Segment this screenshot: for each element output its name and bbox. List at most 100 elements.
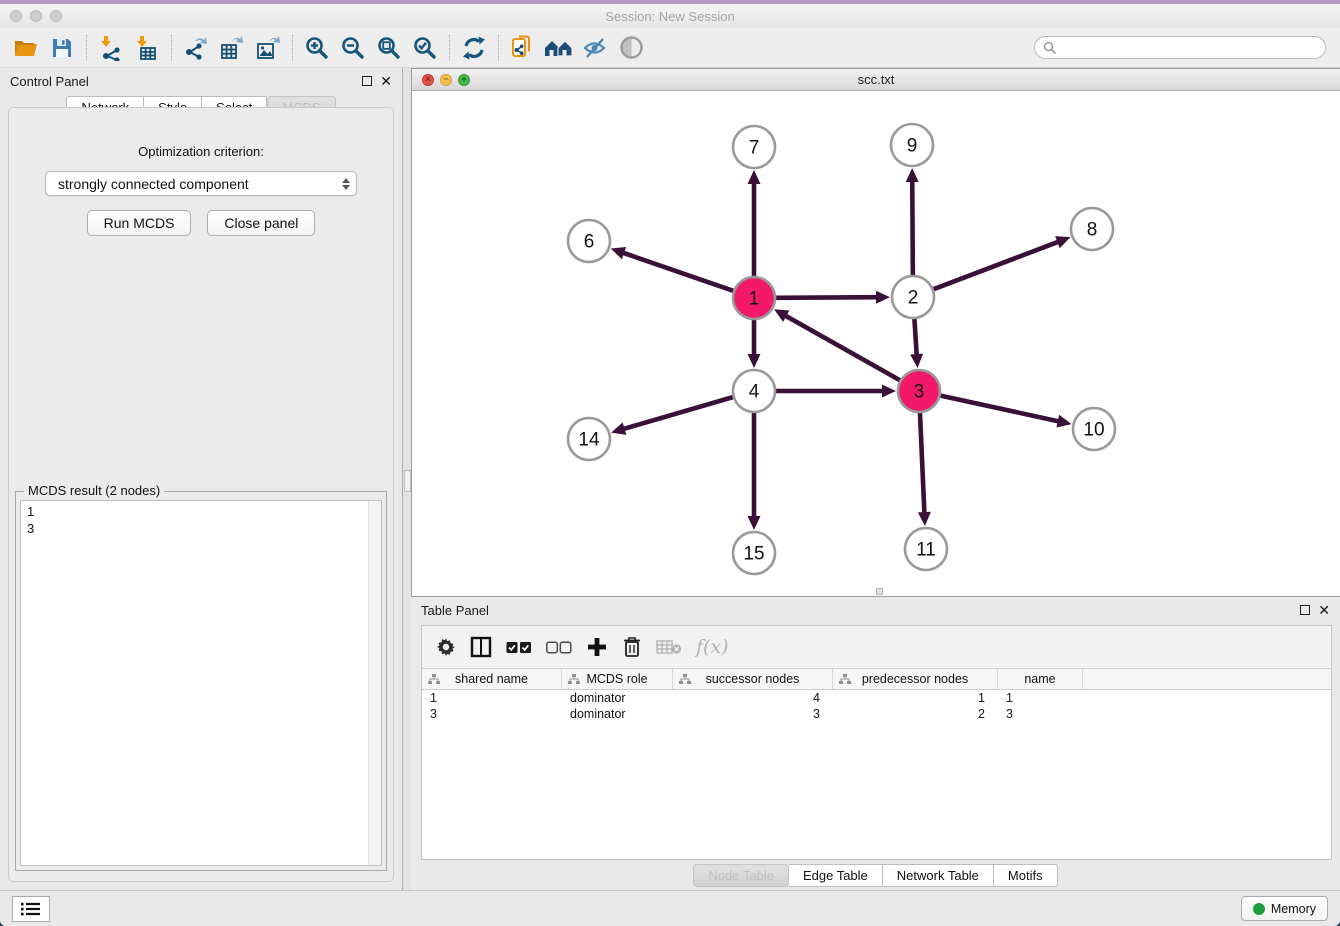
column-header-name[interactable]: name [998, 669, 1083, 689]
result-scrollbar[interactable] [368, 501, 381, 865]
select-all-checks-icon[interactable] [506, 641, 532, 654]
import-network-icon[interactable] [93, 31, 129, 65]
graph-node-label: 7 [749, 138, 760, 159]
table-tab-network-table[interactable]: Network Table [883, 864, 994, 887]
graph-node-label: 9 [907, 136, 918, 157]
toolbar-separator [449, 35, 450, 61]
table-toolbar: f(x) [422, 626, 1331, 668]
close-panel-icon[interactable]: ✕ [380, 76, 392, 86]
search-input[interactable] [1062, 41, 1317, 55]
table-tab-node-table[interactable]: Node Table [693, 864, 789, 887]
table-header-row: shared nameMCDS role successor nodes prede… [422, 669, 1331, 690]
edge-arrowhead [906, 168, 919, 182]
graph-node-label: 3 [914, 382, 925, 403]
export-table-icon[interactable] [214, 31, 250, 65]
graph-node-label: 2 [908, 288, 919, 309]
table-cell[interactable]: 3 [422, 706, 562, 722]
edge-arrowhead [748, 170, 761, 184]
zoom-fit-icon[interactable] [371, 31, 407, 65]
table-row[interactable]: 1dominator411 [422, 690, 1331, 706]
edge-3-10[interactable] [940, 396, 1059, 422]
column-header-MCDS-role[interactable]: MCDS role [562, 669, 673, 689]
mcds-result-textarea[interactable]: 13 [20, 500, 382, 866]
show-graphics-icon[interactable] [613, 31, 649, 65]
table-card: f(x) shared nameMCDS role successor nodes… [421, 625, 1332, 860]
zoom-in-icon[interactable] [299, 31, 335, 65]
column-header-successor-nodes[interactable]: successor nodes [673, 669, 833, 689]
open-session-icon[interactable] [8, 31, 44, 65]
export-network-icon[interactable] [178, 31, 214, 65]
table-float-icon[interactable] [1300, 605, 1310, 615]
edge-arrowhead [918, 512, 931, 526]
splitter-grip[interactable] [404, 470, 411, 492]
table-cell[interactable]: dominator [562, 690, 673, 706]
main-titlebar: Session: New Session [0, 4, 1340, 28]
table-cell[interactable]: 2 [833, 706, 998, 722]
network-resize-handle[interactable] [876, 588, 883, 595]
column-header-label: successor nodes [706, 672, 800, 686]
edge-arrowhead [910, 354, 923, 368]
table-cell[interactable]: 3 [998, 706, 1083, 722]
edge-2-9[interactable] [912, 180, 913, 275]
memory-status-icon [1253, 903, 1265, 915]
network-graph[interactable]: 7968124314101511 [412, 91, 1337, 593]
close-panel-button[interactable]: Close panel [207, 210, 315, 236]
search-field[interactable] [1034, 36, 1326, 59]
table-cell[interactable]: 1 [422, 690, 562, 706]
export-image-icon[interactable] [250, 31, 286, 65]
edge-arrowhead [748, 516, 761, 530]
control-panel: Control Panel ✕ NetworkStyleSelectMCDS O… [0, 68, 402, 890]
task-history-button[interactable] [12, 896, 50, 922]
table-cell[interactable]: 1 [833, 690, 998, 706]
network-canvas[interactable]: 7968124314101511 [412, 91, 1340, 596]
status-bar: Memory [0, 890, 1340, 926]
panel-splitter[interactable] [402, 68, 411, 890]
graph-node-label: 1 [749, 289, 760, 310]
main-toolbar [0, 28, 1340, 68]
column-type-icon [428, 674, 440, 685]
column-manager-icon[interactable] [470, 636, 492, 658]
memory-button[interactable]: Memory [1241, 896, 1328, 921]
table-settings-icon[interactable] [436, 637, 456, 657]
edge-arrowhead [876, 291, 890, 304]
zoom-selected-icon[interactable] [407, 31, 443, 65]
deselect-all-checks-icon[interactable] [546, 641, 572, 654]
table-row[interactable]: 3dominator323 [422, 706, 1331, 722]
column-header-shared-name[interactable]: shared name [422, 669, 562, 689]
table-cell[interactable]: dominator [562, 706, 673, 722]
table-cell[interactable]: 3 [673, 706, 833, 722]
edge-3-1[interactable] [784, 315, 899, 380]
import-table-icon[interactable] [129, 31, 165, 65]
refresh-icon[interactable] [456, 31, 492, 65]
mcds-result-line: 3 [27, 520, 375, 537]
edge-2-3[interactable] [914, 319, 916, 356]
edge-3-11[interactable] [920, 413, 924, 514]
table-tab-motifs[interactable]: Motifs [994, 864, 1058, 887]
delete-table-icon[interactable] [656, 638, 682, 656]
edge-2-8[interactable] [934, 241, 1060, 289]
graph-node-label: 14 [578, 430, 600, 451]
delete-column-icon[interactable] [622, 636, 642, 658]
criterion-select[interactable]: strongly connected component [45, 171, 357, 196]
edge-1-6[interactable] [622, 252, 733, 290]
zoom-out-icon[interactable] [335, 31, 371, 65]
hide-style-icon[interactable] [577, 31, 613, 65]
table-tab-edge-table[interactable]: Edge Table [789, 864, 883, 887]
edge-4-14[interactable] [623, 397, 733, 429]
column-header-predecessor-nodes[interactable]: predecessor nodes [833, 669, 998, 689]
float-panel-icon[interactable] [362, 76, 372, 86]
table-close-icon[interactable]: ✕ [1318, 605, 1330, 615]
mcds-tab-content: Optimization criterion: strongly connect… [8, 107, 394, 882]
save-session-icon[interactable] [44, 31, 80, 65]
edge-1-2[interactable] [776, 297, 878, 298]
table-cell[interactable]: 1 [998, 690, 1083, 706]
add-column-icon[interactable] [586, 636, 608, 658]
function-builder-icon[interactable]: f(x) [696, 636, 729, 658]
home-layout-icon[interactable] [541, 31, 577, 65]
clone-network-icon[interactable] [505, 31, 541, 65]
table-cell[interactable]: 4 [673, 690, 833, 706]
memory-label: Memory [1271, 902, 1316, 916]
run-mcds-button[interactable]: Run MCDS [87, 210, 192, 236]
toolbar-separator [292, 35, 293, 61]
graph-node-label: 11 [916, 540, 936, 561]
